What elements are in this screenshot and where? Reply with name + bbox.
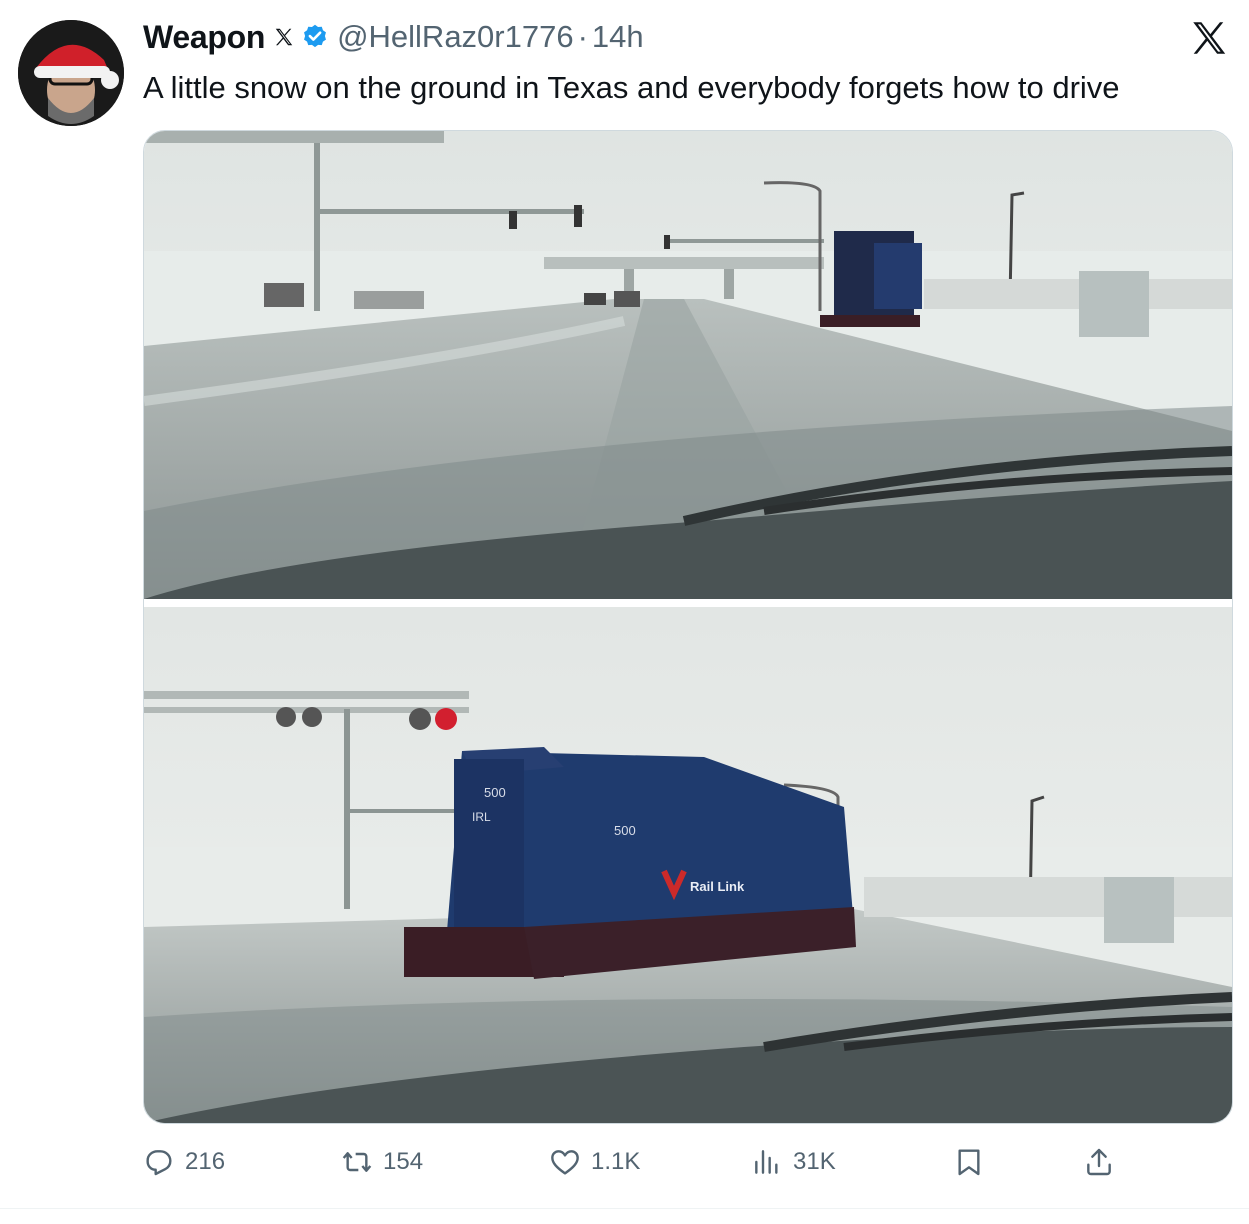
tweet-text: A little snow on the ground in Texas and… [143, 70, 1120, 105]
like-count: 1.1K [591, 1148, 641, 1175]
views-icon [755, 1150, 778, 1174]
reporting-mark-label: IRL [472, 810, 491, 824]
locomotive-distant [820, 231, 922, 327]
x-affiliate-icon [275, 28, 293, 46]
repost-button[interactable]: 154 [341, 1138, 423, 1186]
heart-icon [551, 1150, 579, 1175]
bookmark-button[interactable] [953, 1138, 985, 1186]
reply-icon [146, 1150, 172, 1176]
photo-top[interactable] [144, 131, 1232, 599]
tweet-actions: 216 154 1.1K 31K [143, 1138, 1231, 1186]
tweet-header: Weapon @HellRaz0r1776 · 14h [143, 14, 644, 60]
repost-icon [342, 1152, 372, 1172]
views-button[interactable]: 31K [751, 1138, 836, 1186]
locomotive-side-number: 500 [614, 823, 636, 838]
photo-bottom[interactable]: 500 IRL 500 Rail Link [144, 607, 1232, 1123]
rail-link-logo: Rail Link [690, 879, 745, 894]
author-handle[interactable]: @HellRaz0r1776 [337, 19, 574, 55]
share-icon [1087, 1148, 1111, 1176]
locomotive-number-label: 500 [484, 785, 506, 800]
tweet-media[interactable]: 500 IRL 500 Rail Link [143, 130, 1233, 1124]
repost-count: 154 [383, 1148, 424, 1175]
bookmark-icon [958, 1149, 980, 1176]
verified-badge-icon [304, 24, 327, 48]
share-button[interactable] [1083, 1138, 1115, 1186]
reply-button[interactable]: 216 [143, 1138, 225, 1186]
x-logo-icon [1193, 22, 1226, 54]
author-name[interactable]: Weapon [143, 19, 265, 56]
like-button[interactable]: 1.1K [549, 1138, 640, 1186]
bottom-divider [0, 1208, 1249, 1209]
header-separator: · [577, 19, 588, 54]
tweet-timestamp[interactable]: 14h [592, 19, 644, 55]
views-count: 31K [793, 1148, 836, 1175]
reply-count: 216 [185, 1148, 226, 1175]
avatar[interactable] [18, 20, 124, 126]
